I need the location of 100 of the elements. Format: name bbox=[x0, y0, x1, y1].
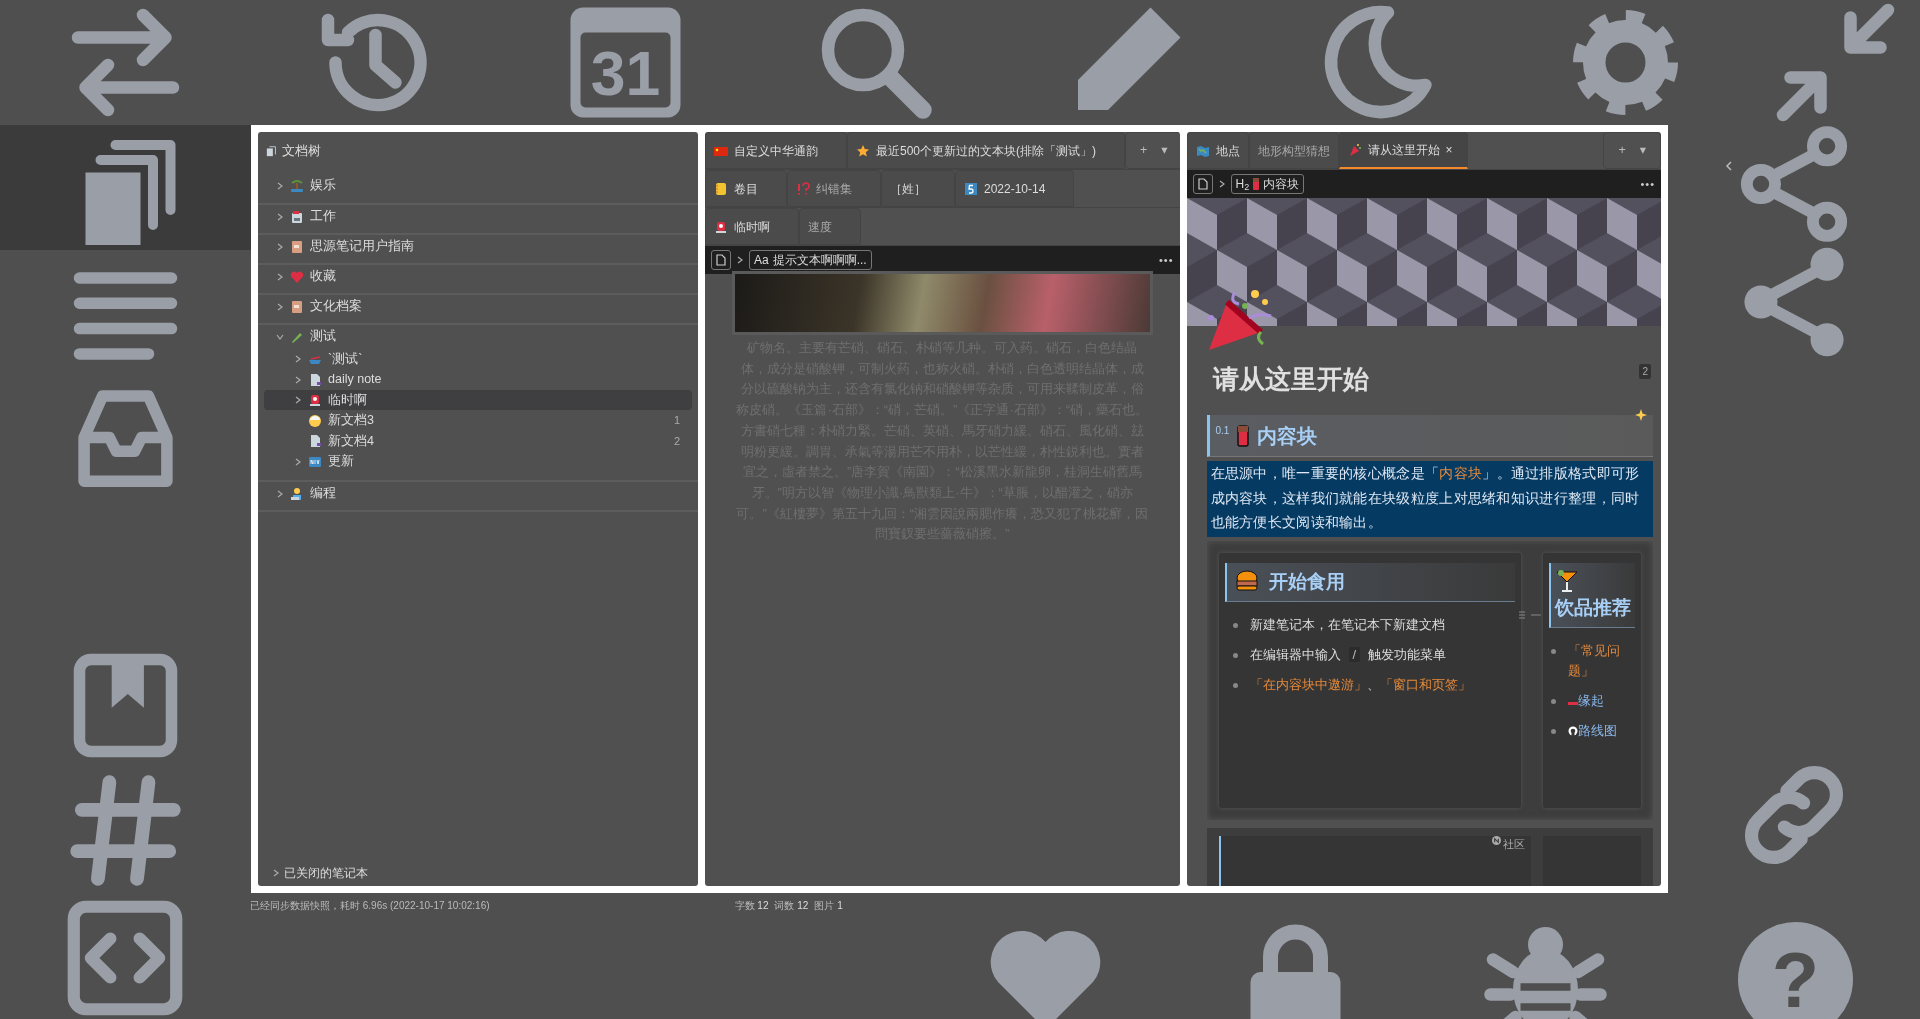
list-item-text: 新建笔记本，在笔记本下新建文档 bbox=[1249, 615, 1445, 634]
chevron-icon[interactable] bbox=[272, 869, 280, 877]
close-button[interactable]: × bbox=[1445, 141, 1453, 159]
heading-number: 0.1 bbox=[1215, 424, 1230, 439]
tab[interactable]: 纠错集 bbox=[787, 170, 881, 207]
document-item[interactable]: 新文档3 1 bbox=[264, 410, 692, 431]
tab-menu-button[interactable]: ▾ bbox=[1639, 141, 1646, 160]
notebook-item[interactable]: 编程 bbox=[258, 479, 698, 506]
interrobang-icon bbox=[796, 181, 810, 196]
document-button[interactable] bbox=[711, 250, 731, 270]
notebook-name: 娱乐 bbox=[310, 177, 336, 195]
tab[interactable]: ［姓］ bbox=[881, 170, 955, 207]
document-item[interactable]: 更新 bbox=[264, 451, 692, 472]
document-name: 临时啊 bbox=[328, 391, 367, 409]
block-link[interactable]: 内容块 bbox=[1439, 466, 1483, 482]
notebook-item[interactable]: 娱乐 bbox=[258, 172, 698, 199]
tab-label: 2022-10-14 bbox=[984, 180, 1046, 198]
doc-link[interactable]: 路线图 bbox=[1578, 722, 1617, 738]
party-popper-icon bbox=[1347, 143, 1362, 157]
add-tab-button[interactable]: + bbox=[1618, 141, 1626, 160]
document-item[interactable]: `测试` bbox=[264, 348, 692, 370]
new-label-icon bbox=[308, 454, 322, 469]
tab[interactable]: 最近500个更新过的文本块(排除「测试」) bbox=[847, 132, 1125, 169]
notebook-item[interactable]: 收藏 bbox=[258, 262, 698, 289]
chevron-icon[interactable] bbox=[276, 212, 284, 221]
block-link[interactable]: 「在内容块中遨游」 bbox=[1249, 676, 1367, 692]
chevron-icon[interactable] bbox=[294, 396, 302, 404]
notebook-icon bbox=[714, 181, 728, 196]
chevron-icon[interactable] bbox=[276, 332, 284, 341]
burger-icon bbox=[1234, 569, 1259, 594]
tab[interactable]: 自定义中华通韵 bbox=[705, 132, 847, 169]
heart-icon bbox=[290, 269, 304, 284]
notebook-name: 编程 bbox=[310, 485, 336, 503]
file-cabinet-icon bbox=[290, 209, 304, 224]
drag-handle-icon[interactable] bbox=[1519, 610, 1541, 619]
chevron-icon[interactable] bbox=[276, 242, 284, 251]
card-heading: 开始食用 bbox=[1224, 562, 1515, 602]
document-item[interactable]: 临时啊 bbox=[264, 389, 692, 411]
github-icon bbox=[1568, 726, 1578, 737]
tab[interactable]: 地形构型猜想 bbox=[1248, 132, 1339, 169]
tab-label: 请从这里开始 bbox=[1367, 142, 1440, 159]
stat-count: 字数 12 bbox=[734, 898, 769, 913]
chevron-icon[interactable] bbox=[276, 302, 284, 311]
more-button[interactable]: ••• bbox=[1640, 175, 1655, 193]
notebook-item[interactable]: 思源笔记用户指南 bbox=[258, 232, 698, 259]
tab[interactable]: 地点 bbox=[1186, 132, 1249, 169]
island-icon bbox=[290, 178, 304, 193]
notebook-name: 工作 bbox=[310, 208, 336, 226]
chocolate-bar-icon bbox=[1253, 178, 1260, 190]
document-name: `测试` bbox=[328, 350, 363, 368]
closed-notebooks-toggle[interactable]: 已关闭的笔记本 bbox=[258, 864, 698, 886]
block-link[interactable]: 「常见问题」 bbox=[1568, 640, 1635, 681]
document-button[interactable] bbox=[1192, 174, 1213, 194]
tab-label: 临时啊 bbox=[734, 218, 770, 236]
panel-title: 文档树 bbox=[282, 143, 321, 160]
document-item[interactable]: 新文档4 2 bbox=[264, 430, 692, 452]
card-heading: 饮品推荐 bbox=[1549, 562, 1635, 628]
tab-menu-button[interactable]: ▾ bbox=[1161, 141, 1168, 160]
chevron-icon[interactable] bbox=[294, 457, 302, 466]
tab[interactable]: 2022-10-14 bbox=[955, 170, 1075, 207]
siren-icon bbox=[308, 393, 322, 407]
notebook-item[interactable]: 文化档案 bbox=[258, 292, 698, 319]
reference-count: 2 bbox=[673, 433, 680, 449]
star-icon bbox=[856, 143, 870, 158]
chevron-icon[interactable] bbox=[276, 489, 284, 498]
tab[interactable]: 速度 bbox=[799, 208, 861, 245]
count-badge: 2 bbox=[1639, 364, 1651, 379]
notebook-name: 收藏 bbox=[310, 268, 336, 286]
book-icon bbox=[290, 299, 304, 314]
book-icon bbox=[290, 239, 304, 254]
notebook-item[interactable]: 工作 bbox=[258, 202, 698, 229]
block-link[interactable]: 「窗口和页签」 bbox=[1379, 676, 1471, 692]
chevron-icon[interactable] bbox=[276, 181, 284, 190]
more-button[interactable]: ••• bbox=[1158, 251, 1174, 269]
tab[interactable]: 卷目 bbox=[705, 170, 787, 207]
chevron-left-icon[interactable] bbox=[1725, 161, 1733, 171]
number-icon bbox=[964, 181, 978, 196]
chevron-icon[interactable] bbox=[294, 375, 302, 384]
breadcrumb-item[interactable]: H$_{2}$ 内容块 bbox=[1230, 174, 1305, 194]
notebook-item[interactable]: 测试 bbox=[258, 322, 698, 349]
document-item[interactable]: daily note bbox=[264, 369, 692, 390]
document-name: 新文档3 bbox=[328, 412, 374, 430]
tab-label: 卷目 bbox=[734, 180, 758, 198]
sync-status: 已经同步数据快照，耗时 6.96s (2022-10-17 10:02:16) bbox=[250, 898, 490, 913]
separator-chevron-icon[interactable] bbox=[736, 256, 744, 264]
breadcrumb-item[interactable]: Aa 提示文本啊啊啊... bbox=[749, 250, 872, 270]
separator-chevron-icon[interactable] bbox=[1217, 180, 1226, 188]
doc-link[interactable]: 缘起 bbox=[1578, 692, 1604, 708]
tab[interactable]: 临时啊 bbox=[705, 208, 799, 245]
document-icon bbox=[716, 254, 726, 266]
tab[interactable]: 请从这里开始 × bbox=[1338, 132, 1468, 169]
chevron-icon[interactable] bbox=[294, 355, 302, 363]
chevron-icon[interactable] bbox=[276, 272, 284, 281]
face-icon bbox=[308, 413, 322, 428]
notebook-name: 测试 bbox=[310, 328, 336, 346]
map-icon bbox=[1195, 143, 1210, 158]
hash-icon[interactable] bbox=[68, 773, 183, 888]
documents-icon bbox=[266, 145, 278, 158]
page-icon bbox=[308, 434, 322, 448]
add-tab-button[interactable]: + bbox=[1140, 141, 1148, 160]
